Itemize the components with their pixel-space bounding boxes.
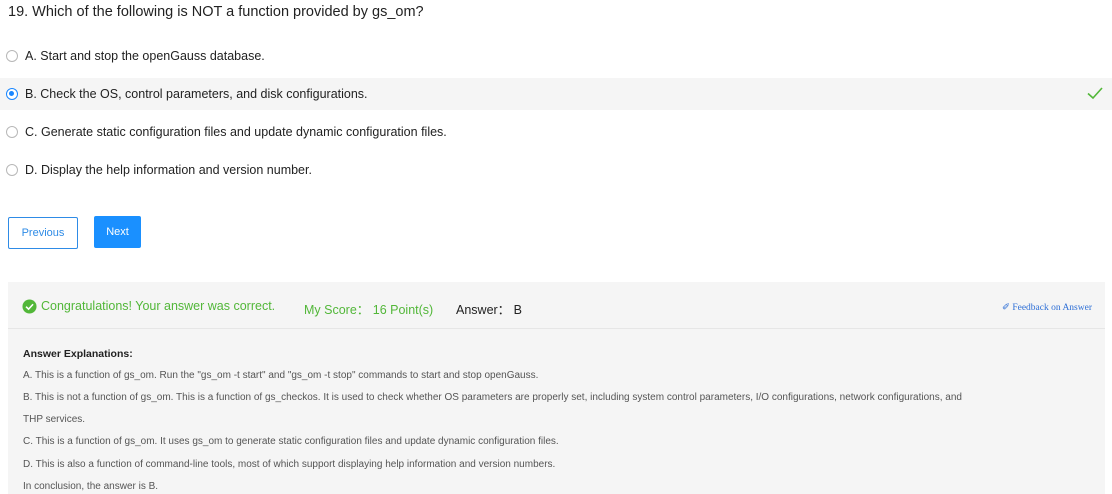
radio-c[interactable] [6,126,18,138]
explanation-line: D. This is also a function of command-li… [23,459,556,470]
explanation-line: In conclusion, the answer is B. [23,481,159,492]
radio-d[interactable] [6,164,18,176]
option-d[interactable]: D. Display the help information and vers… [0,154,1112,186]
question-title: 19. Which of the following is NOT a func… [8,4,424,20]
quiz-page: 19. Which of the following is NOT a func… [0,0,1112,494]
result-header: Congratulations! Your answer was correct… [8,282,1105,329]
explanation-title: Answer Explanations: [23,348,133,360]
explanation-line: B. This is not a function of gs_om. This… [23,392,962,403]
answer-text: Answer： B [456,303,522,317]
result-message: Congratulations! Your answer was correct… [41,299,276,313]
option-d-label: D. Display the help information and vers… [25,163,312,177]
option-a-label: A. Start and stop the openGauss database… [25,49,265,63]
option-c[interactable]: C. Generate static configuration files a… [0,116,1112,148]
option-c-label: C. Generate static configuration files a… [25,125,447,139]
feedback-link[interactable]: ✐ Feedback on Answer [1002,302,1092,313]
score-text: My Score： 16 Point(s) [304,303,434,317]
next-button[interactable]: Next [94,216,141,248]
result-panel: Congratulations! Your answer was correct… [8,282,1105,494]
option-b-label: B. Check the OS, control parameters, and… [25,87,368,101]
explanation-line: A. This is a function of gs_om. Run the … [23,370,539,381]
radio-b[interactable] [6,88,18,100]
previous-button[interactable]: Previous [8,217,78,249]
explanation-line: C. This is a function of gs_om. It uses … [23,436,559,447]
option-b[interactable]: B. Check the OS, control parameters, and… [0,78,1112,110]
radio-a[interactable] [6,50,18,62]
option-a[interactable]: A. Start and stop the openGauss database… [0,40,1112,72]
check-icon [1087,87,1103,100]
check-circle-icon [22,299,37,314]
explanation-line: THP services. [23,414,86,425]
